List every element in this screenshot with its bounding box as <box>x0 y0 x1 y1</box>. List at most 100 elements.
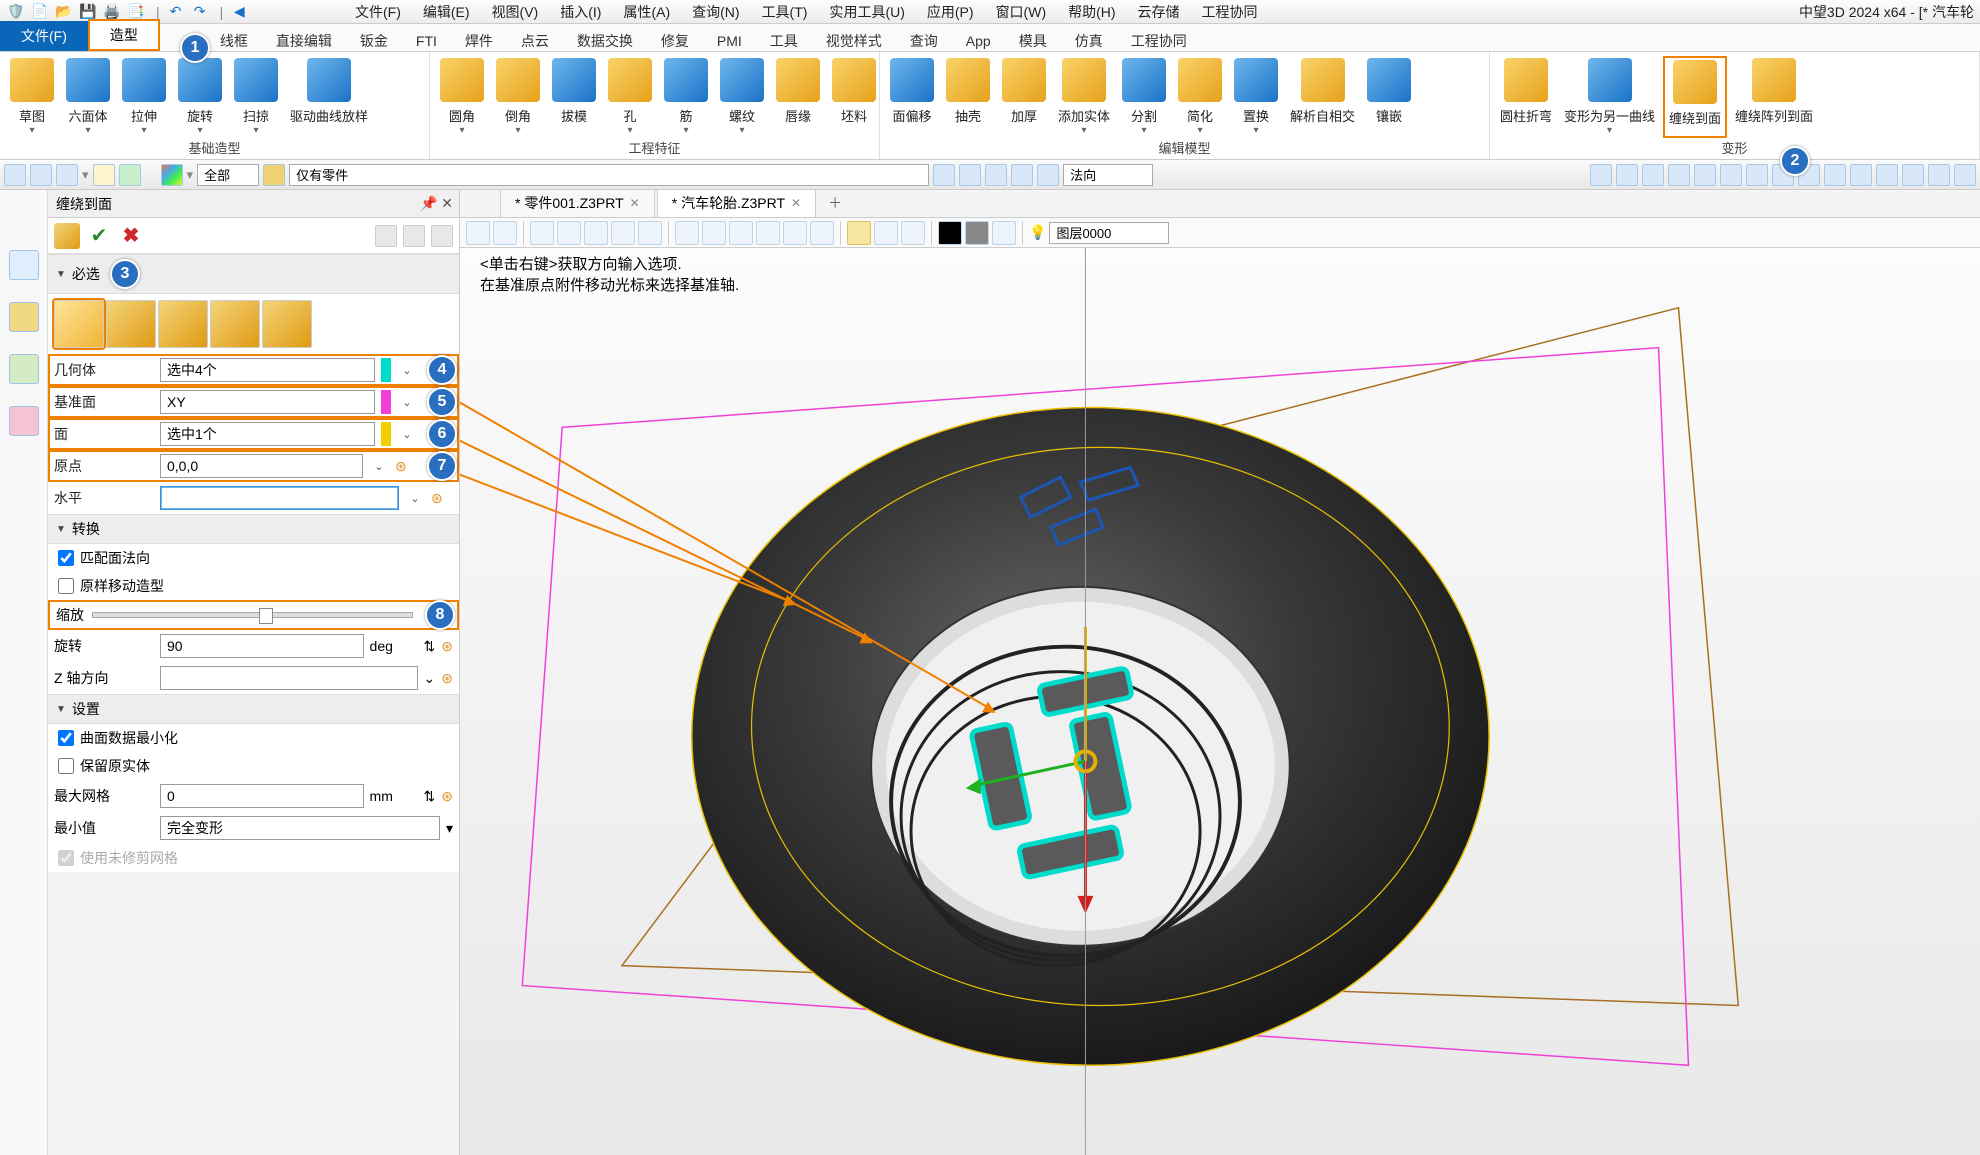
spinner-icon[interactable]: ⇅ <box>424 788 436 805</box>
sidetab-tree-icon[interactable] <box>9 250 39 280</box>
rotate-input[interactable]: 90 <box>160 634 364 658</box>
viewport[interactable]: * 零件001.Z3PRT✕ * 汽车轮胎.Z3PRT✕ ＋ 💡 图层0000 … <box>460 190 1980 1155</box>
row-minval[interactable]: 最小值 完全变形 ▾ <box>48 812 459 844</box>
rbtn-sweep[interactable]: 扫掠▾ <box>230 56 282 138</box>
rbtn-split[interactable]: 分割▾ <box>1118 56 1170 138</box>
vtb-black-icon[interactable] <box>938 221 962 245</box>
vtb-icon[interactable] <box>702 221 726 245</box>
chk-keep-solid[interactable]: 保留原实体 <box>48 752 459 780</box>
face-input[interactable]: 选中1个 <box>160 422 375 446</box>
tb2-icon[interactable] <box>1616 164 1638 186</box>
pick-icon[interactable]: ⊛ <box>441 638 453 655</box>
rbtn-box[interactable]: 六面体▾ <box>62 56 114 138</box>
tb2-icon[interactable] <box>56 164 78 186</box>
rbtn-thread[interactable]: 螺纹▾ <box>716 56 768 138</box>
tb2-icon[interactable] <box>1746 164 1768 186</box>
scale-slider[interactable] <box>92 612 413 618</box>
tb2-icon[interactable] <box>30 164 52 186</box>
dropdown-icon[interactable]: ⌄ <box>397 428 417 441</box>
menu-insert[interactable]: 插入(I) <box>560 2 601 22</box>
tb2-icon[interactable] <box>1011 164 1033 186</box>
tb2-icon[interactable] <box>1850 164 1872 186</box>
rbtn-rib[interactable]: 筋▾ <box>660 56 712 138</box>
geometry-input[interactable]: 选中4个 <box>160 358 375 382</box>
tb2-icon[interactable] <box>1668 164 1690 186</box>
rbtn-extrude[interactable]: 拉伸▾ <box>118 56 170 138</box>
subtab-app[interactable]: App <box>966 33 991 49</box>
tb2-icon[interactable] <box>1928 164 1950 186</box>
rbtn-shell[interactable]: 抽壳 <box>942 56 994 138</box>
subtab-pmi[interactable]: PMI <box>717 33 742 49</box>
vtb-icon[interactable] <box>874 221 898 245</box>
menu-window[interactable]: 窗口(W) <box>996 2 1047 22</box>
vtb-icon[interactable] <box>466 221 490 245</box>
close-icon[interactable]: ✕ <box>791 196 801 210</box>
menu-query[interactable]: 查询(N) <box>692 2 739 22</box>
subtab-directedit[interactable]: 直接编辑 <box>276 31 332 51</box>
level-pick-icon[interactable]: ⊛ <box>431 490 453 507</box>
rbtn-revolve[interactable]: 旋转▾ <box>174 56 226 138</box>
menu-attr[interactable]: 属性(A) <box>623 2 670 22</box>
menu-help[interactable]: 帮助(H) <box>1068 2 1115 22</box>
subtab-visual[interactable]: 视觉样式 <box>826 31 882 51</box>
dropdown-icon[interactable]: ⌄ <box>369 460 389 473</box>
subtab-query[interactable]: 查询 <box>910 31 938 51</box>
tb2-icon[interactable] <box>985 164 1007 186</box>
menu-app[interactable]: 应用(P) <box>927 2 974 22</box>
sidetab-box-icon[interactable] <box>9 302 39 332</box>
row-geometry[interactable]: 几何体 选中4个 ⌄ 4 <box>48 354 459 386</box>
ok-button[interactable]: ✔ <box>86 223 112 249</box>
spinner-icon[interactable]: ⇅ <box>424 638 436 655</box>
rbtn-simplify[interactable]: 简化▾ <box>1174 56 1226 138</box>
subtab-tools[interactable]: 工具 <box>770 31 798 51</box>
cancel-button[interactable]: ✖ <box>118 223 144 249</box>
tb2-icon[interactable] <box>1954 164 1976 186</box>
subtab-sim[interactable]: 仿真 <box>1075 31 1103 51</box>
menu-util[interactable]: 实用工具(U) <box>829 2 904 22</box>
subtab-wireframe[interactable]: 线框 <box>220 31 248 51</box>
rbtn-cylbend[interactable]: 圆柱折弯 <box>1496 56 1556 138</box>
row-maxgrid[interactable]: 最大网格 0 mm ⇅ ⊛ <box>48 780 459 812</box>
vtb-icon[interactable] <box>992 221 1016 245</box>
vtb-icon[interactable] <box>756 221 780 245</box>
rbtn-mosaic[interactable]: 镶嵌 <box>1363 56 1415 138</box>
rbtn-morph[interactable]: 变形为另一曲线▾ <box>1560 56 1659 138</box>
menu-edit[interactable]: 编辑(E) <box>423 2 470 22</box>
tb2-icon[interactable] <box>1694 164 1716 186</box>
scale-slider-row[interactable]: 缩放 8 <box>48 600 459 630</box>
mode-2-icon[interactable] <box>106 300 156 348</box>
layer-select[interactable]: 图层0000 <box>1049 222 1169 244</box>
row-zaxis[interactable]: Z 轴方向 ⌄ ⊛ <box>48 662 459 694</box>
vtb-gray-icon[interactable] <box>965 221 989 245</box>
subtab-weld[interactable]: 焊件 <box>465 31 493 51</box>
chk-min-surface[interactable]: 曲面数据最小化 <box>48 724 459 752</box>
row-face[interactable]: 面 选中1个 ⌄ 6 <box>48 418 459 450</box>
subtab-collab[interactable]: 工程协同 <box>1131 31 1187 51</box>
vtb-icon[interactable] <box>901 221 925 245</box>
vtb-icon[interactable] <box>783 221 807 245</box>
section-settings[interactable]: 设置 <box>48 694 459 724</box>
row-datum[interactable]: 基准面 XY ⌄ 5 <box>48 386 459 418</box>
tb2-icon[interactable] <box>119 164 141 186</box>
tb2-icon[interactable] <box>959 164 981 186</box>
menu-view[interactable]: 视图(V) <box>492 2 539 22</box>
vtb-icon[interactable] <box>638 221 662 245</box>
tb2-icon[interactable] <box>1902 164 1924 186</box>
scene-3d[interactable] <box>460 248 1980 1155</box>
row-rotate[interactable]: 旋转 90 deg ⇅ ⊛ <box>48 630 459 662</box>
tb2-icon[interactable] <box>933 164 955 186</box>
dropdown-icon[interactable]: ▾ <box>446 820 453 837</box>
mode-4-icon[interactable] <box>210 300 260 348</box>
doc-tab-1[interactable]: * 零件001.Z3PRT✕ <box>500 190 655 217</box>
tb2-part-icon[interactable] <box>263 164 285 186</box>
section-required[interactable]: 必选 3 <box>48 254 459 294</box>
rbtn-wraptoface[interactable]: 缠绕到面 <box>1663 56 1727 138</box>
direction-select[interactable]: 法向 <box>1063 164 1153 186</box>
origin-input[interactable]: 0,0,0 <box>160 454 363 478</box>
doc-tab-2[interactable]: * 汽车轮胎.Z3PRT✕ <box>657 190 816 217</box>
section-transform[interactable]: 转换 <box>48 514 459 544</box>
rbtn-fillet[interactable]: 圆角▾ <box>436 56 488 138</box>
rbtn-chamfer[interactable]: 倒角▾ <box>492 56 544 138</box>
datum-input[interactable]: XY <box>160 390 375 414</box>
tb2-icon[interactable] <box>1037 164 1059 186</box>
